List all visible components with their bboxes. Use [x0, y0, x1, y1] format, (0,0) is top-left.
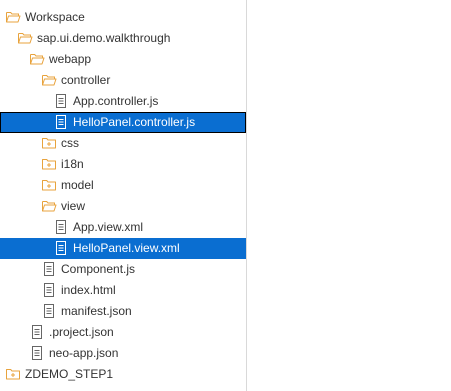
- folder-open-icon: [41, 199, 57, 213]
- tree-item[interactable]: i18n: [0, 154, 246, 175]
- tree-item[interactable]: view: [0, 196, 246, 217]
- tree-item-label: i18n: [61, 157, 84, 171]
- tree-item-label: webapp: [49, 52, 92, 66]
- folder-open-icon: [41, 73, 57, 87]
- tree-item-label: view: [61, 199, 86, 213]
- tree-item-label: Workspace: [25, 10, 85, 24]
- tree-item[interactable]: manifest.json: [0, 301, 246, 322]
- tree-item-label: index.html: [61, 283, 116, 297]
- tree-item[interactable]: neo-app.json: [0, 343, 246, 364]
- tree-item[interactable]: controller: [0, 70, 246, 91]
- tree-item-label: HelloPanel.view.xml: [73, 241, 180, 255]
- tree-item-label: controller: [61, 73, 111, 87]
- tree-item-label: neo-app.json: [49, 346, 119, 360]
- file-tree: Workspace sap.ui.demo.walkthrough webapp co…: [0, 7, 246, 385]
- tree-item-label: App.view.xml: [73, 220, 144, 234]
- tree-item[interactable]: model: [0, 175, 246, 196]
- tree-item-label: App.controller.js: [73, 94, 159, 108]
- tree-item-label: sap.ui.demo.walkthrough: [37, 31, 171, 45]
- tree-item-label: ZDEMO_STEP1: [25, 367, 114, 381]
- editor-area: [247, 0, 451, 391]
- file-icon: [29, 346, 45, 360]
- file-icon: [53, 220, 69, 234]
- tree-item[interactable]: css: [0, 133, 246, 154]
- folder-closed-icon: [41, 136, 57, 150]
- tree-item[interactable]: HelloPanel.controller.js: [0, 112, 246, 133]
- tree-item[interactable]: HelloPanel.view.xml: [0, 238, 246, 259]
- file-icon: [53, 115, 69, 129]
- file-icon: [53, 94, 69, 108]
- file-icon: [41, 262, 57, 276]
- folder-closed-icon: [41, 157, 57, 171]
- tree-item-label: model: [61, 178, 94, 192]
- tree-item[interactable]: webapp: [0, 49, 246, 70]
- file-icon: [41, 283, 57, 297]
- file-icon: [53, 241, 69, 255]
- workspace-explorer-panel: Workspace sap.ui.demo.walkthrough webapp co…: [0, 0, 247, 391]
- tree-item[interactable]: App.controller.js: [0, 91, 246, 112]
- tree-item[interactable]: ZDEMO_STEP1: [0, 364, 246, 385]
- file-icon: [41, 304, 57, 318]
- tree-item[interactable]: sap.ui.demo.walkthrough: [0, 28, 246, 49]
- tree-item[interactable]: index.html: [0, 280, 246, 301]
- folder-closed-icon: [41, 178, 57, 192]
- file-icon: [29, 325, 45, 339]
- folder-open-icon: [5, 10, 21, 24]
- tree-item[interactable]: Workspace: [0, 7, 246, 28]
- folder-open-icon: [17, 31, 33, 45]
- tree-item-label: css: [61, 136, 79, 150]
- folder-open-icon: [29, 52, 45, 66]
- tree-item-label: manifest.json: [61, 304, 132, 318]
- tree-item-label: .project.json: [49, 325, 114, 339]
- tree-item[interactable]: Component.js: [0, 259, 246, 280]
- tree-item-label: Component.js: [61, 262, 136, 276]
- tree-item[interactable]: .project.json: [0, 322, 246, 343]
- tree-item[interactable]: App.view.xml: [0, 217, 246, 238]
- tree-item-label: HelloPanel.controller.js: [73, 115, 196, 129]
- folder-closed-icon: [5, 367, 21, 381]
